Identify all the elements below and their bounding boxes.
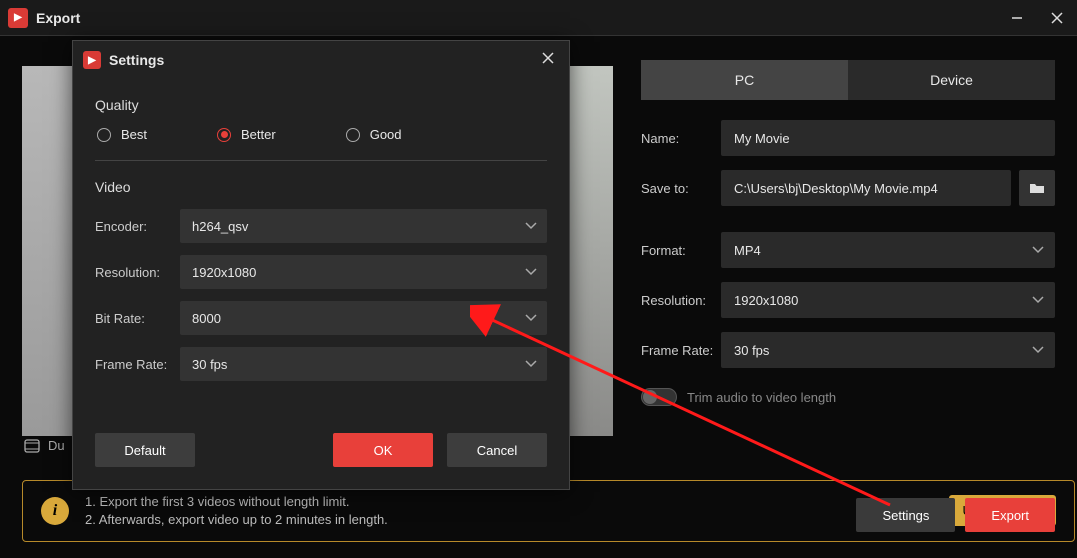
chevron-down-icon — [1032, 246, 1044, 254]
format-label: Format: — [641, 243, 721, 258]
minimize-button[interactable] — [1005, 6, 1029, 30]
export-button[interactable]: Export — [965, 498, 1055, 532]
quality-heading: Quality — [95, 97, 547, 113]
window-title: Export — [36, 10, 1005, 26]
resolution-label: Resolution: — [641, 293, 721, 308]
modal-close-button[interactable] — [537, 47, 559, 74]
bitrate-select[interactable]: 8000 — [180, 301, 547, 335]
info-icon: i — [41, 497, 69, 525]
app-icon: ▶ — [8, 8, 28, 28]
duration-label: Du — [48, 438, 65, 453]
modal-framerate-select[interactable]: 30 fps — [180, 347, 547, 381]
chevron-down-icon — [525, 222, 537, 230]
folder-icon — [1029, 181, 1045, 195]
bitrate-label: Bit Rate: — [95, 311, 180, 326]
save-to-label: Save to: — [641, 181, 721, 196]
quality-best-radio[interactable]: Best — [97, 127, 147, 142]
modal-resolution-select[interactable]: 1920x1080 — [180, 255, 547, 289]
close-button[interactable] — [1045, 6, 1069, 30]
modal-title: Settings — [109, 52, 537, 68]
chevron-down-icon — [1032, 296, 1044, 304]
tab-device[interactable]: Device — [848, 60, 1055, 100]
resolution-select[interactable]: 1920x1080 — [721, 282, 1055, 318]
quality-good-radio[interactable]: Good — [346, 127, 402, 142]
divider — [95, 160, 547, 161]
ok-button[interactable]: OK — [333, 433, 433, 467]
browse-button[interactable] — [1019, 170, 1055, 206]
trim-audio-label: Trim audio to video length — [687, 390, 836, 405]
framerate-select[interactable]: 30 fps — [721, 332, 1055, 368]
chevron-down-icon — [525, 268, 537, 276]
name-input[interactable]: My Movie — [721, 120, 1055, 156]
encoder-select[interactable]: h264_qsv — [180, 209, 547, 243]
format-select[interactable]: MP4 — [721, 232, 1055, 268]
app-icon: ▶ — [83, 51, 101, 69]
default-button[interactable]: Default — [95, 433, 195, 467]
framerate-label: Frame Rate: — [641, 343, 721, 358]
modal-resolution-label: Resolution: — [95, 265, 180, 280]
video-heading: Video — [95, 179, 547, 195]
name-label: Name: — [641, 131, 721, 146]
tab-pc[interactable]: PC — [641, 60, 848, 100]
duration-row: Du — [24, 438, 65, 453]
film-icon — [24, 439, 40, 453]
chevron-down-icon — [525, 314, 537, 322]
title-bar: ▶ Export — [0, 0, 1077, 36]
save-to-input[interactable]: C:\Users\bj\Desktop\My Movie.mp4 — [721, 170, 1011, 206]
quality-better-radio[interactable]: Better — [217, 127, 276, 142]
settings-button[interactable]: Settings — [856, 498, 955, 532]
chevron-down-icon — [1032, 346, 1044, 354]
chevron-down-icon — [525, 360, 537, 368]
modal-framerate-label: Frame Rate: — [95, 357, 180, 372]
settings-modal: ▶ Settings Quality Best Better Good Vide… — [72, 40, 570, 490]
cancel-button[interactable]: Cancel — [447, 433, 547, 467]
trim-audio-toggle[interactable] — [641, 388, 677, 406]
encoder-label: Encoder: — [95, 219, 180, 234]
